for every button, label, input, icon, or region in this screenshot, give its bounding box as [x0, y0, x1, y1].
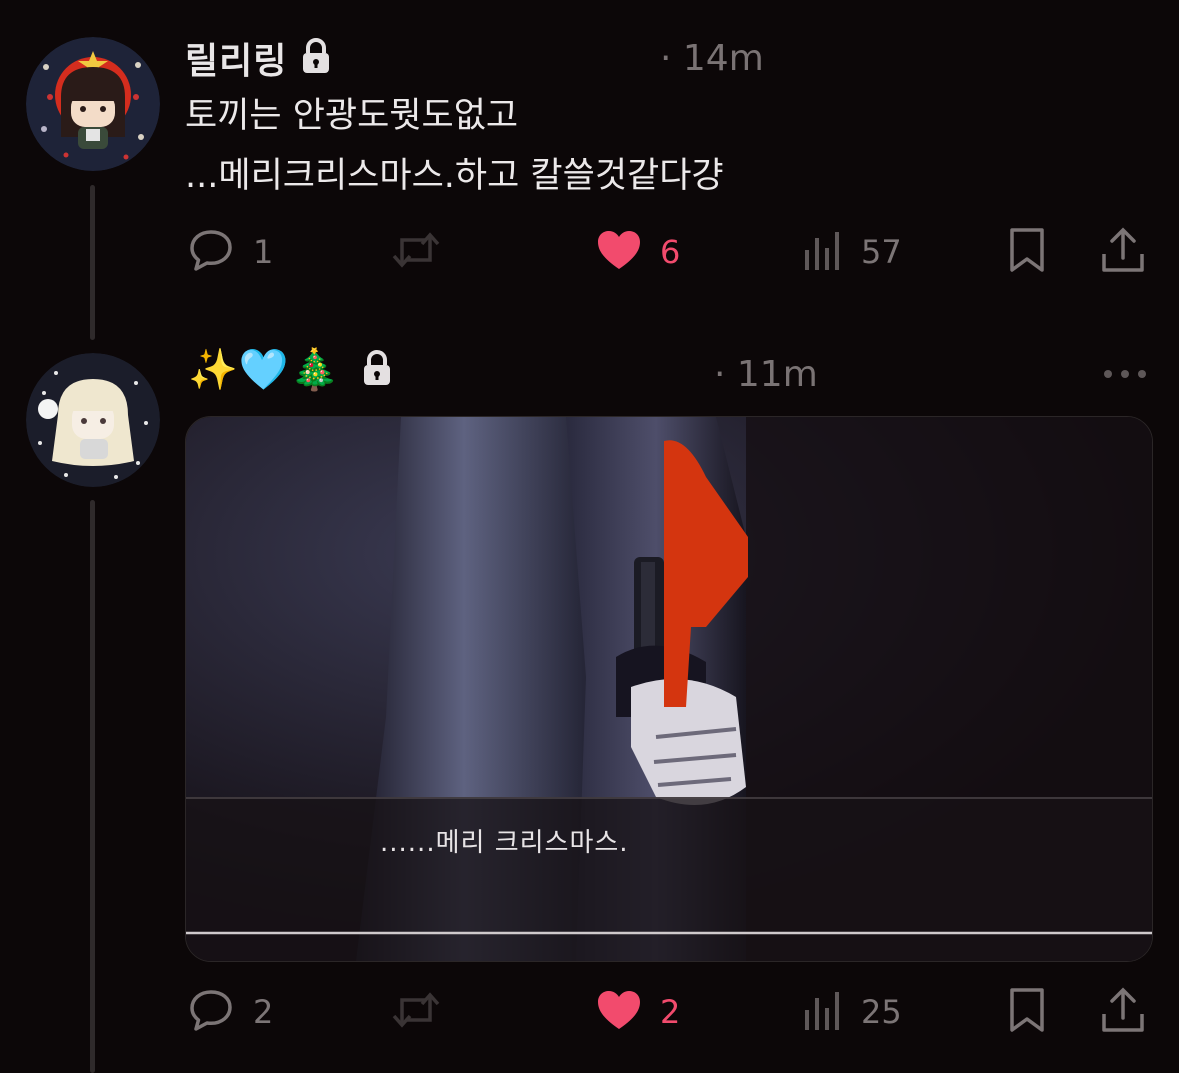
- heart-icon: [596, 229, 642, 275]
- image-caption: ......메리 크리스마스.: [380, 828, 629, 858]
- share-button[interactable]: [1100, 982, 1146, 1042]
- post-header: ✨🩵🎄: [188, 346, 392, 393]
- views-count: 57: [861, 233, 902, 271]
- username[interactable]: 릴리링: [185, 32, 287, 84]
- avatar-image: [26, 37, 160, 171]
- share-icon: [1100, 226, 1146, 278]
- repost-icon: [390, 226, 442, 278]
- post-actions: 2 2 25: [0, 982, 1179, 1042]
- lock-icon: [301, 38, 331, 78]
- views-button[interactable]: 57: [803, 222, 902, 282]
- post-text-line: ...메리크리스마스.하고 칼쓸것같다걍: [185, 156, 724, 196]
- views-count: 25: [861, 993, 902, 1031]
- more-icon[interactable]: [1102, 366, 1148, 386]
- like-button[interactable]: 6: [596, 222, 680, 282]
- reply-button[interactable]: 2: [187, 982, 273, 1042]
- heart-icon: [596, 989, 642, 1035]
- bookmark-icon: [1008, 226, 1046, 278]
- like-count: 2: [660, 993, 681, 1031]
- lock-icon: [362, 349, 392, 390]
- bookmark-icon: [1008, 986, 1046, 1038]
- timeline: 릴리링 · 14m 토끼는 안광도뭣도없고 ...메리크리스마스.하고 칼쓸것같…: [0, 0, 1179, 1073]
- avatar-image: [26, 353, 160, 487]
- timestamp[interactable]: · 11m: [714, 354, 818, 395]
- reply-count: 1: [253, 233, 274, 271]
- bookmark-button[interactable]: [1008, 982, 1046, 1042]
- like-button[interactable]: 2: [596, 982, 680, 1042]
- avatar[interactable]: [26, 37, 160, 171]
- username[interactable]: ✨🩵🎄: [188, 346, 340, 393]
- post-image[interactable]: [185, 416, 1153, 962]
- like-count: 6: [660, 233, 681, 271]
- views-icon: [803, 988, 843, 1036]
- avatar[interactable]: [26, 353, 160, 487]
- timestamp[interactable]: · 14m: [660, 38, 764, 79]
- repost-button[interactable]: [390, 982, 442, 1042]
- views-icon: [803, 228, 843, 276]
- game-scene-image: [186, 417, 1152, 961]
- views-button[interactable]: 25: [803, 982, 902, 1042]
- post-header: 릴리링: [185, 32, 331, 84]
- bookmark-button[interactable]: [1008, 222, 1046, 282]
- post-actions: 1 6 57: [0, 222, 1179, 282]
- post-text-line: 토끼는 안광도뭣도없고: [185, 96, 519, 136]
- reply-button[interactable]: 1: [187, 222, 273, 282]
- repost-button[interactable]: [390, 222, 442, 282]
- reply-icon: [187, 986, 235, 1038]
- share-button[interactable]: [1100, 222, 1146, 282]
- repost-icon: [390, 986, 442, 1038]
- reply-count: 2: [253, 993, 274, 1031]
- share-icon: [1100, 986, 1146, 1038]
- reply-icon: [187, 226, 235, 278]
